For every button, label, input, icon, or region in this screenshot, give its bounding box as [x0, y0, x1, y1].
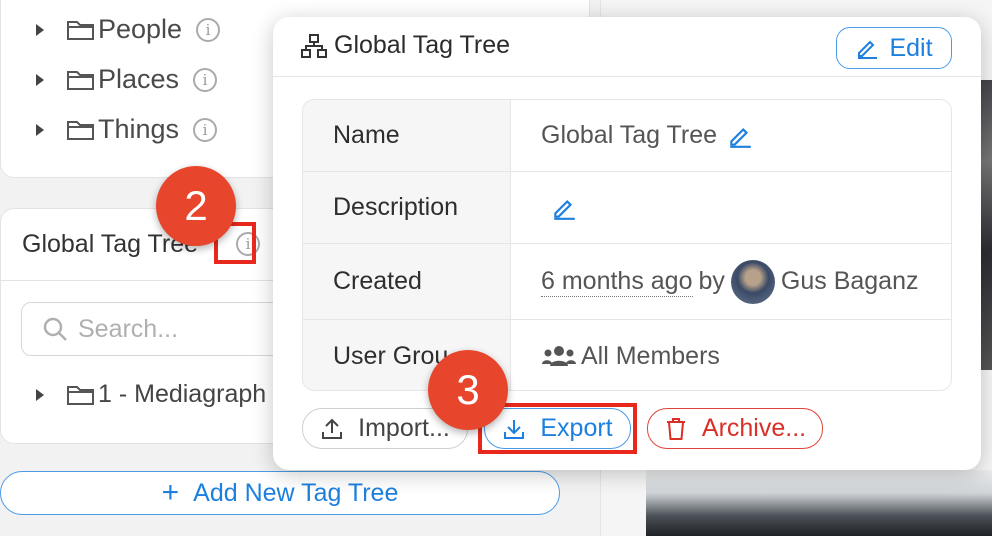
folder-icon: [67, 120, 94, 140]
row-value: All Members: [541, 320, 720, 390]
archive-label: Archive...: [701, 414, 807, 442]
table-row-created: Created 6 months ago by Gus Baganz: [303, 244, 951, 320]
table-row-user-group: User Grou All Members: [303, 320, 951, 390]
tree-item-label: Places: [98, 64, 180, 94]
info-icon[interactable]: i: [196, 17, 221, 42]
edit-description-pencil-icon[interactable]: [551, 195, 577, 221]
expand-caret-icon[interactable]: [36, 123, 44, 136]
info-icon[interactable]: i: [193, 67, 218, 92]
tree-item-people[interactable]: People i: [36, 14, 221, 45]
archive-button[interactable]: Archive...: [647, 408, 823, 449]
expand-caret-icon[interactable]: [36, 23, 44, 36]
folder-icon: [67, 385, 94, 405]
table-row-name: Name Global Tag Tree: [303, 100, 951, 172]
tree-item-things[interactable]: Things i: [36, 114, 218, 145]
folder-icon: [67, 70, 94, 90]
created-time: 6 months ago: [541, 266, 693, 297]
row-value: 6 months ago by Gus Baganz: [541, 244, 919, 319]
add-tag-tree-label: Add New Tag Tree: [193, 478, 399, 507]
upload-icon: [322, 418, 343, 439]
thumbnail-image[interactable]: [646, 470, 992, 536]
tree-item-label: Things: [98, 114, 180, 144]
search-icon: [43, 317, 67, 341]
name-value: Global Tag Tree: [541, 121, 718, 149]
edit-label: Edit: [889, 33, 933, 62]
hierarchy-icon: [301, 34, 327, 58]
search-placeholder: Search...: [78, 314, 179, 343]
popover-title: Global Tag Tree: [334, 31, 511, 59]
users-icon: [542, 346, 576, 366]
properties-table: Name Global Tag Tree Description Created…: [302, 99, 952, 391]
row-key: Created: [303, 244, 511, 319]
add-tag-tree-button[interactable]: + Add New Tag Tree: [0, 471, 560, 515]
tree-item-mediagraph[interactable]: 1 - Mediagraph: [36, 380, 266, 409]
row-value: Global Tag Tree: [541, 100, 753, 171]
step-badge-2: 2: [156, 166, 236, 246]
import-label: Import...: [358, 414, 450, 442]
info-icon[interactable]: i: [193, 117, 218, 142]
table-row-description: Description: [303, 172, 951, 244]
edit-name-pencil-icon[interactable]: [727, 123, 753, 149]
row-key: Name: [303, 100, 511, 171]
avatar: [730, 259, 775, 304]
user-group-value: All Members: [581, 341, 720, 370]
expand-caret-icon[interactable]: [36, 73, 44, 86]
row-key: Description: [303, 172, 511, 243]
tree-item-label: 1 - Mediagraph: [98, 380, 267, 408]
popover-header: Global Tag Tree Edit: [273, 17, 981, 77]
row-value: [541, 172, 577, 243]
tree-item-label: People: [98, 14, 183, 44]
edit-button[interactable]: Edit: [836, 27, 952, 69]
step-badge-3: 3: [428, 350, 508, 430]
created-by-label: by: [698, 267, 725, 295]
created-user: Gus Baganz: [780, 267, 919, 295]
trash-icon: [666, 417, 685, 440]
folder-icon: [67, 20, 94, 40]
pencil-icon: [858, 40, 878, 59]
plus-icon: +: [161, 476, 180, 509]
expand-caret-icon[interactable]: [36, 388, 44, 401]
tree-item-places[interactable]: Places i: [36, 64, 218, 95]
